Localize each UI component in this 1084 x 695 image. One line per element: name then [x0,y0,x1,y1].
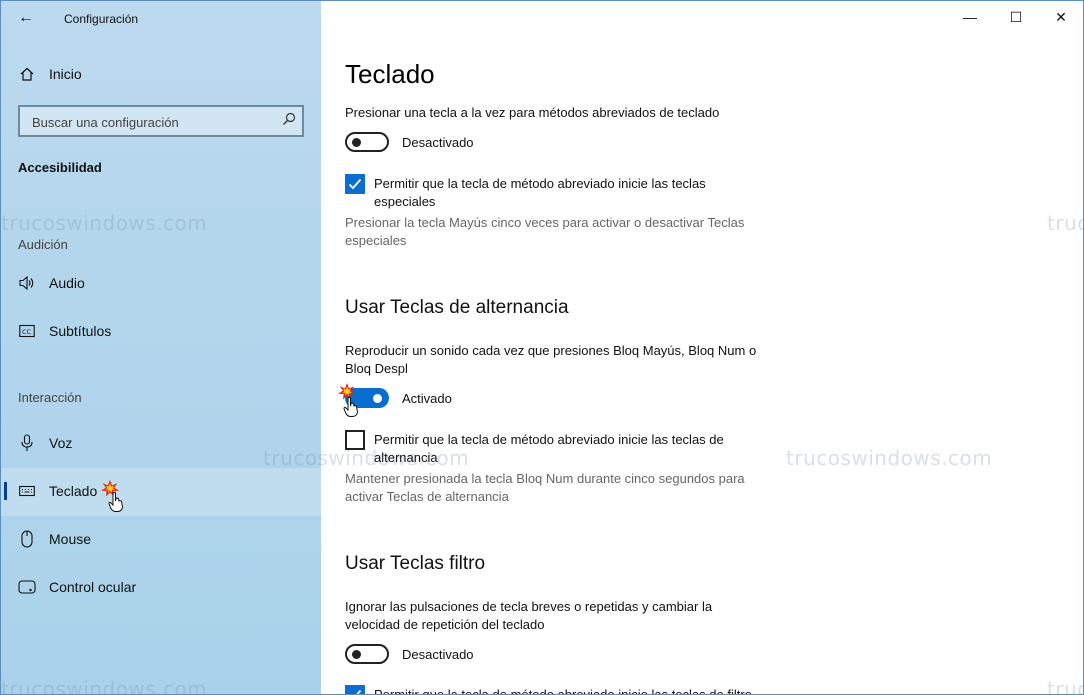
hint-line: especiales [345,233,407,248]
label-line: especiales [374,194,436,209]
hint-line: Presionar la tecla Mayús cinco veces par… [345,215,745,230]
label-line: alternancia [374,450,438,465]
search-input[interactable] [30,111,274,133]
sticky-keys-description: Presionar una tecla a la vez para método… [345,105,720,120]
group-label-interaction: Interacción [18,390,82,405]
toggle-keys-toggle-label: Activado [402,391,452,406]
filter-keys-toggle-label: Desactivado [402,647,474,662]
filter-keys-description: Ignorar las pulsaciones de tecla breves … [345,598,805,634]
section-title: Accesibilidad [18,160,102,175]
description-line: velocidad de repetición del teclado [345,617,545,632]
sidebar-item-home[interactable]: Inicio [1,51,321,99]
sticky-keys-hint: Presionar la tecla Mayús cinco veces par… [345,214,785,250]
sidebar-item-label: Mouse [49,531,92,547]
sidebar: ← Configuración Inicio Accesibilidad tru… [1,1,321,694]
watermark: trucoswindows.com [1,677,208,695]
description-line: Ignorar las pulsaciones de tecla breves … [345,599,713,614]
sticky-keys-toggle[interactable] [345,132,389,152]
toggle-keys-description: Reproducir un sonido cada vez que presio… [345,342,805,378]
toggle-knob [352,138,361,147]
filter-keys-heading: Usar Teclas filtro [345,553,486,574]
label-line: Permitir que la tecla de método abreviad… [374,176,706,191]
sidebar-item-label: Control ocular [49,579,137,595]
svg-text:CC: CC [22,328,32,336]
page-title: Teclado [345,59,435,89]
toggle-keys-heading: Usar Teclas de alternancia [345,297,569,318]
home-icon [18,65,36,83]
app-title: Configuración [64,12,139,26]
search-icon [282,112,296,129]
speaker-icon [18,274,36,292]
sidebar-item-keyboard[interactable]: Teclado [1,468,321,516]
toggle-keys-hint: Mantener presionada la tecla Bloq Num du… [345,470,785,506]
back-arrow-icon[interactable]: ← [14,7,38,29]
selection-indicator [4,482,7,500]
description-line: Bloq Despl [345,361,408,376]
toggle-knob [352,650,361,659]
sidebar-item-label: Audio [49,275,85,291]
filter-keys-shortcut-label: Permitir que la tecla de método abreviad… [374,687,752,695]
watermark: trucoswindows.com [786,446,993,470]
captions-icon: CC [18,322,36,340]
watermark: trucoswindows.com [1047,677,1083,695]
sidebar-item-audio[interactable]: Audio [1,260,321,308]
hand-cursor-icon [343,397,359,422]
toggle-keys-shortcut-checkbox[interactable] [345,430,365,450]
checkmark-icon [348,178,362,190]
sidebar-item-captions[interactable]: CC Subtítulos [1,308,321,356]
eye-control-icon [18,578,36,596]
sidebar-item-eye-control[interactable]: Control ocular [1,564,321,612]
sidebar-item-label: Subtítulos [49,323,112,339]
toggle-keys-shortcut-label: Permitir que la tecla de método abreviad… [374,431,774,467]
watermark: trucoswindows.com [1047,211,1083,235]
sidebar-item-label: Teclado [49,483,98,499]
sidebar-item-label: Voz [49,435,73,451]
filter-keys-shortcut-checkbox[interactable] [345,685,365,694]
group-label-hearing: Audición [18,237,68,252]
checkmark-icon [356,689,362,694]
sidebar-item-label: Inicio [49,66,82,82]
sidebar-item-mouse[interactable]: Mouse [1,516,321,564]
watermark: trucoswindows.com [1,211,208,235]
label-line: Permitir que la tecla de método abreviad… [374,432,724,447]
description-line: Reproducir un sonido cada vez que presio… [345,343,757,358]
hint-line: Mantener presionada la tecla Bloq Num du… [345,471,745,486]
mouse-icon [18,530,36,548]
microphone-icon [18,434,36,452]
sticky-keys-toggle-label: Desactivado [402,135,474,150]
sticky-keys-shortcut-checkbox[interactable] [345,174,365,194]
toggle-knob [373,394,382,403]
filter-keys-toggle[interactable] [345,644,389,664]
keyboard-icon [18,482,36,500]
search-box[interactable] [18,105,304,137]
hand-cursor-icon [108,492,124,517]
sidebar-item-voice[interactable]: Voz [1,420,321,468]
main-content: trucoswindows.com trucoswindows.com truc… [263,1,1083,695]
hint-line: activar Teclas de alternancia [345,489,509,504]
sticky-keys-shortcut-label: Permitir que la tecla de método abreviad… [374,175,774,211]
settings-window: ← Configuración Inicio Accesibilidad tru… [0,0,1084,695]
